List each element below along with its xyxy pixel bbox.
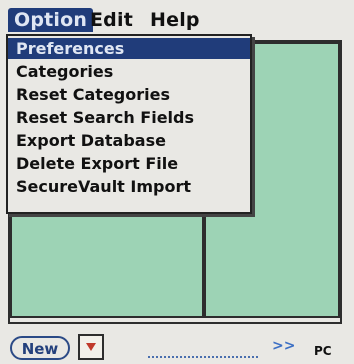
menu-item-reset-categories[interactable]: Reset Categories bbox=[8, 84, 250, 105]
menu-item-categories[interactable]: Categories bbox=[8, 61, 250, 82]
new-button[interactable]: New bbox=[10, 336, 70, 360]
next-chevron[interactable]: >> bbox=[272, 338, 295, 354]
menu-option[interactable]: Option bbox=[8, 8, 94, 32]
menu-item-preferences[interactable]: Preferences bbox=[8, 38, 250, 59]
menu-item-reset-search-fields[interactable]: Reset Search Fields bbox=[8, 107, 250, 128]
triangle-icon bbox=[86, 343, 96, 351]
menu-item-export-database[interactable]: Export Database bbox=[8, 130, 250, 151]
menu-edit[interactable]: Edit bbox=[90, 8, 133, 32]
category-icon[interactable] bbox=[78, 334, 104, 360]
menu-help[interactable]: Help bbox=[150, 8, 200, 32]
pc-label: PC bbox=[314, 344, 332, 358]
dotted-divider bbox=[148, 356, 258, 358]
menu-bar: Option Edit Help bbox=[0, 0, 354, 34]
bottom-toolbar: New >> PC bbox=[0, 326, 354, 364]
menu-item-securevault-import[interactable]: SecureVault Import bbox=[8, 176, 250, 197]
menu-item-delete-export-file[interactable]: Delete Export File bbox=[8, 153, 250, 174]
option-dropdown-menu: Preferences Categories Reset Categories … bbox=[6, 34, 252, 214]
